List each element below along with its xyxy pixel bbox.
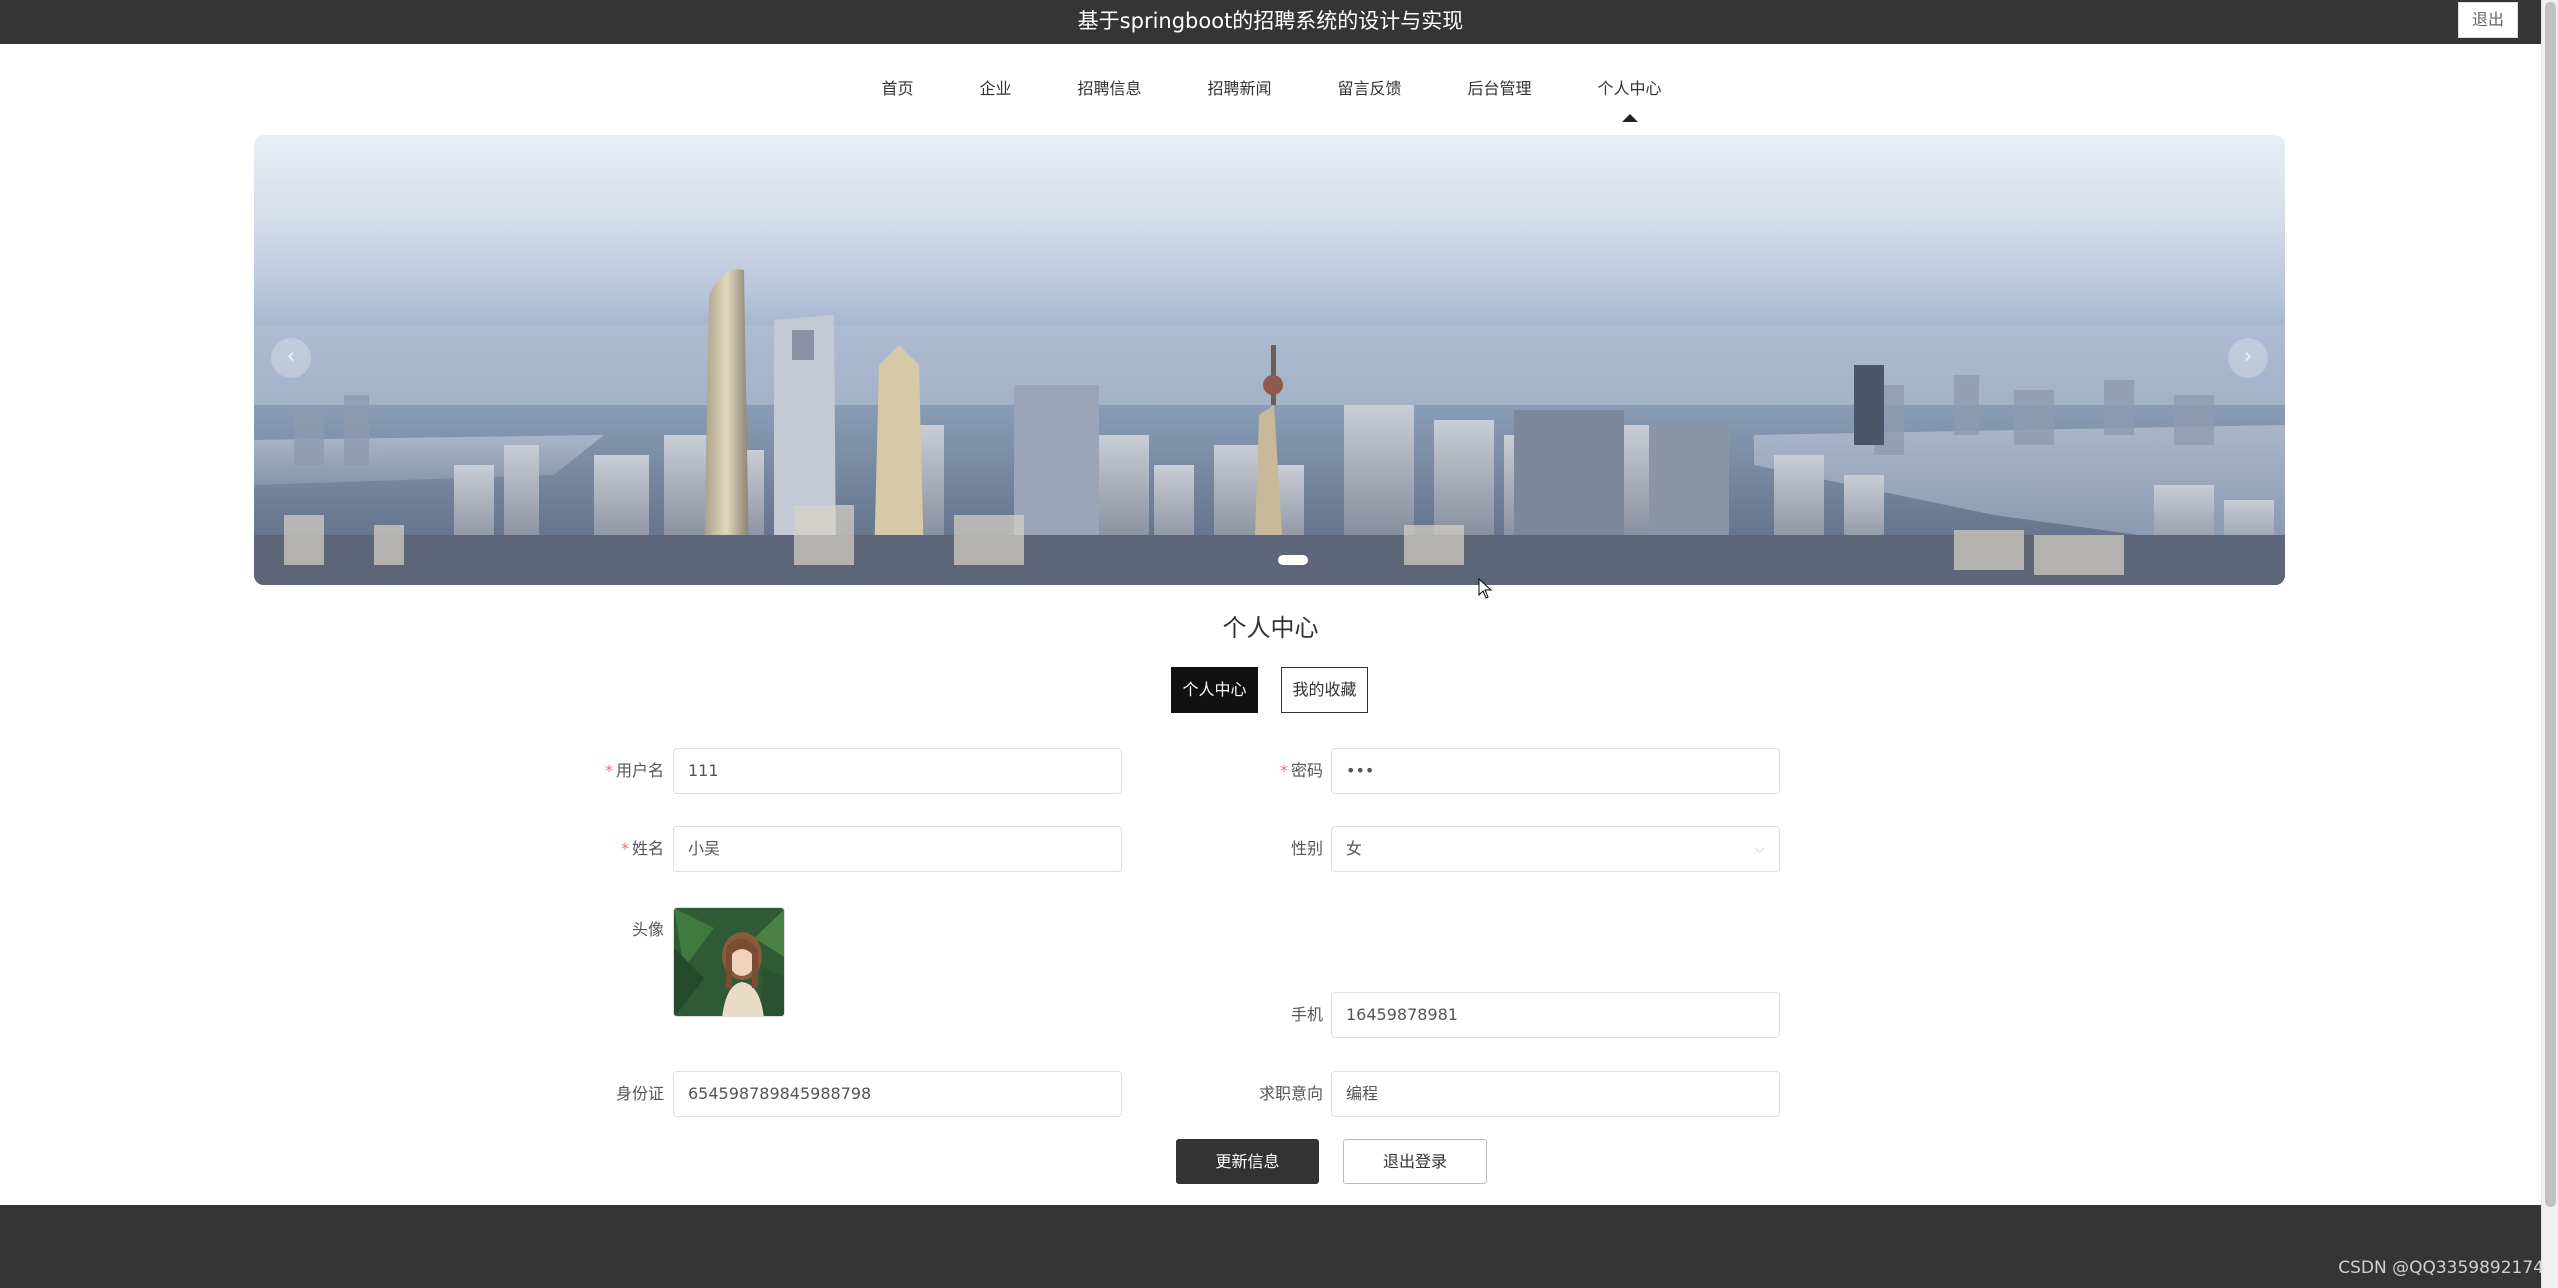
logout-button[interactable]: 退出登录 — [1343, 1139, 1487, 1184]
required-mark: * — [620, 839, 629, 858]
nav-item-news[interactable]: 招聘新闻 — [1207, 44, 1271, 122]
id-card-field[interactable]: 654598789845988798 — [673, 1071, 1122, 1117]
job-intention-label: 求职意向 — [1258, 1084, 1323, 1103]
nav-item-home[interactable]: 首页 — [881, 44, 913, 122]
section-title: 个人中心 — [1222, 614, 1319, 642]
chevron-down-icon: ⌵ — [1754, 841, 1765, 857]
city-skyline-image — [254, 269, 2285, 585]
nav-item-admin[interactable]: 后台管理 — [1468, 44, 1532, 122]
watermark: CSDN @QQ3359892174 — [2338, 1258, 2544, 1278]
top-bar: 基于springboot的招聘系统的设计与实现 退出 — [0, 0, 2541, 44]
tab-profile[interactable]: 个人中心 — [1171, 667, 1258, 713]
carousel-next-arrow[interactable]: › — [2228, 338, 2268, 378]
nav-item-jobs[interactable]: 招聘信息 — [1077, 44, 1141, 122]
required-mark: * — [604, 761, 613, 780]
username-field[interactable]: 111 — [673, 748, 1122, 794]
header-logout-button[interactable]: 退出 — [2458, 2, 2518, 38]
tab-favorites[interactable]: 我的收藏 — [1281, 667, 1368, 713]
banner-carousel: ‹ › — [254, 135, 2285, 585]
nav-item-feedback[interactable]: 留言反馈 — [1338, 44, 1402, 122]
nav-item-profile[interactable]: 个人中心 — [1598, 44, 1662, 122]
vertical-scrollbar[interactable] — [2541, 0, 2558, 1288]
gender-select[interactable]: 女 ⌵ — [1331, 826, 1780, 872]
scrollbar-thumb[interactable] — [2545, 2, 2556, 1207]
phone-label: 手机 — [1290, 1005, 1323, 1024]
nav-item-company[interactable]: 企业 — [979, 44, 1011, 122]
id-card-label: 身份证 — [615, 1084, 664, 1103]
name-field[interactable]: 小吴 — [673, 826, 1122, 872]
avatar-image — [674, 908, 784, 1016]
avatar-upload[interactable] — [673, 907, 785, 1017]
password-field[interactable]: ••• — [1331, 748, 1780, 794]
carousel-indicator[interactable] — [1278, 555, 1308, 565]
phone-field[interactable]: 16459878981 — [1331, 992, 1780, 1038]
job-intention-field[interactable]: 编程 — [1331, 1071, 1780, 1117]
avatar-label: 头像 — [631, 920, 664, 939]
site-title: 基于springboot的招聘系统的设计与实现 — [1077, 9, 1464, 33]
main-nav: 首页 企业 招聘信息 招聘新闻 留言反馈 后台管理 个人中心 — [0, 44, 2541, 122]
gender-label: 性别 — [1290, 839, 1323, 858]
carousel-prev-arrow[interactable]: ‹ — [271, 338, 311, 378]
password-label: * 密码 — [1279, 761, 1323, 780]
name-label: * 姓名 — [620, 839, 664, 858]
footer — [0, 1205, 2541, 1288]
required-mark: * — [1279, 761, 1288, 780]
mouse-cursor-icon — [1478, 578, 1493, 599]
username-label: * 用户名 — [604, 761, 664, 780]
update-info-button[interactable]: 更新信息 — [1176, 1139, 1319, 1184]
gender-select-value: 女 — [1346, 839, 1363, 858]
